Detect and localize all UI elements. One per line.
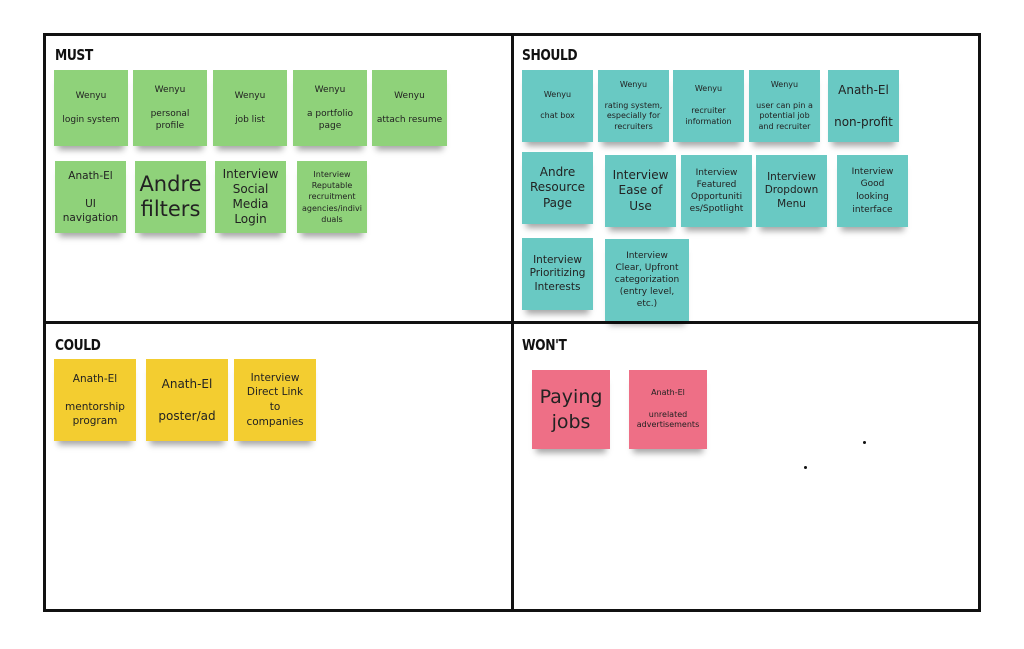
quadrant-title-must: MUST [55,46,93,64]
sticky-note[interactable]: Anath-El poster/ad [146,359,228,441]
sticky-note[interactable]: Interview Social Media Login [215,161,286,233]
sticky-note[interactable]: Interview Reputable recruitment agencies… [297,161,367,233]
sticky-note[interactable]: Wenyu attach resume [372,70,447,146]
sticky-note[interactable]: Interview Ease of Use [605,155,676,227]
sticky-note[interactable]: Wenyu rating system, especially for recr… [598,70,669,142]
sticky-note[interactable]: Interview Good looking interface [837,155,908,227]
stray-dot [804,466,807,469]
sticky-note[interactable]: Anath-El UI navigation [55,161,126,233]
sticky-note[interactable]: Paying jobs [532,370,610,449]
sticky-note[interactable]: Interview Prioritizing Interests [522,238,593,310]
sticky-note[interactable]: Interview Featured Opportuniti es/Spotli… [681,155,752,227]
quadrant-title-could: COULD [55,336,101,354]
quadrant-title-wont: WON'T [522,336,567,354]
horizontal-divider [43,321,981,324]
sticky-note[interactable]: Interview Clear, Upfront categorization … [605,239,689,321]
sticky-note[interactable]: Anath-El mentorship program [54,359,136,441]
sticky-note[interactable]: Andre Resource Page [522,152,593,224]
sticky-note[interactable]: Wenyu login system [54,70,128,146]
sticky-note[interactable]: Interview Direct Link to companies [234,359,316,441]
sticky-note[interactable]: Wenyu user can pin a potential job and r… [749,70,820,142]
sticky-note[interactable]: Wenyu personal profile [133,70,207,146]
sticky-note[interactable]: Anath-El non-profit [828,70,899,142]
stray-dot [863,441,866,444]
sticky-note[interactable]: Wenyu chat box [522,70,593,142]
sticky-note[interactable]: Wenyu job list [213,70,287,146]
sticky-note[interactable]: Wenyu a portfolio page [293,70,367,146]
quadrant-title-should: SHOULD [522,46,578,64]
sticky-note[interactable]: Andre filters [135,161,206,233]
sticky-note[interactable]: Wenyu recruiter information [673,70,744,142]
sticky-note[interactable]: Interview Dropdown Menu [756,155,827,227]
sticky-note[interactable]: Anath-El unrelated advertisements [629,370,707,449]
